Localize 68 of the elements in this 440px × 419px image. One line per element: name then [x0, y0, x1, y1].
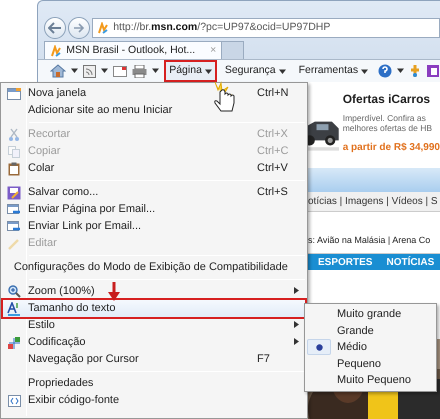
- submenu-item[interactable]: Pequeno: [307, 356, 434, 372]
- menu-item[interactable]: Nova janela Ctrl+N: [3, 85, 305, 102]
- send-page-icon: [7, 204, 21, 216]
- submenu-item[interactable]: Muito grande: [307, 306, 434, 322]
- shortcut-text: Ctrl+S: [257, 186, 288, 198]
- menu-item[interactable]: Enviar Link por Email...: [3, 218, 305, 235]
- menu-item[interactable]: Salvar como... Ctrl+S: [3, 184, 305, 201]
- toolbar-menu-button[interactable]: Ferramentas: [294, 60, 373, 82]
- address-field[interactable]: http://br.msn.com/?pc=UP97&ocid=UP97DHP: [92, 18, 440, 38]
- dropdown-caret-icon: [361, 68, 368, 75]
- forward-button[interactable]: [68, 16, 90, 39]
- print-icon[interactable]: [132, 64, 148, 78]
- dropdown-caret-icon: [204, 68, 212, 75]
- shortcut-text: Ctrl+V: [257, 162, 288, 174]
- dropdown-caret-icon[interactable]: [71, 66, 78, 74]
- clipboard-icon: [8, 162, 20, 176]
- section-link[interactable]: NOTÍCIAS: [386, 254, 434, 270]
- scissors-icon: [9, 128, 19, 142]
- send-link-icon: [7, 220, 21, 232]
- down-arrow-icon: [108, 282, 120, 301]
- browser-tab[interactable]: MSN Brasil - Outlook, Hot... ×: [44, 40, 222, 60]
- back-arrow-icon: [48, 22, 62, 34]
- url-text: http://br.msn.com/?pc=UP97&ocid=UP97DHP: [113, 20, 330, 36]
- menu-item[interactable]: Adicionar site ao menu Iniciar: [3, 102, 305, 119]
- dropdown-caret-icon[interactable]: [101, 66, 108, 74]
- menu-item[interactable]: Propriedades: [3, 375, 305, 392]
- dropdown-caret-icon[interactable]: [152, 66, 160, 74]
- shortcut-text: Ctrl+C: [257, 145, 288, 158]
- ad-title[interactable]: Ofertas iCarros: [342, 90, 440, 108]
- menu-item[interactable]: Zoom (100%): [3, 283, 305, 300]
- source-icon: [8, 394, 20, 406]
- tab-title: MSN Brasil - Outlook, Hot...: [66, 42, 196, 58]
- back-button[interactable]: [44, 16, 66, 39]
- menu-item[interactable]: Exibir código-fonte: [3, 392, 305, 409]
- shortcut-text: F7: [257, 353, 270, 366]
- submenu-item[interactable]: Grande: [307, 322, 434, 339]
- mail-icon[interactable]: [113, 66, 128, 77]
- ad-text: Imperdível. Confira as: [342, 114, 427, 124]
- submenu-item[interactable]: Médio: [307, 339, 434, 356]
- menu-item[interactable]: Tamanho do texto: [3, 300, 305, 317]
- home-icon[interactable]: [50, 64, 66, 78]
- shortcut-text: Ctrl+X: [257, 128, 288, 140]
- trending-links[interactable]: s: Avião na Malásia | Arena Co: [308, 234, 430, 247]
- dropdown-caret-icon[interactable]: [397, 66, 404, 74]
- section-link[interactable]: ESPORTES: [318, 254, 372, 270]
- dropdown-caret-icon: [278, 68, 286, 75]
- save-icon: [7, 186, 21, 200]
- help-icon[interactable]: [378, 64, 392, 78]
- menu-item[interactable]: Enviar Página por Email...: [3, 201, 305, 218]
- shortcut-text: Ctrl+N: [257, 87, 288, 100]
- copy-icon: [8, 146, 20, 158]
- menu-item[interactable]: Configurações do Modo de Exibição de Compatibilidade: [3, 259, 305, 276]
- toolbar-menu-button[interactable]: Segurança: [220, 60, 291, 82]
- window-icon: [7, 88, 21, 100]
- ad-text: melhores ofertas de HB: [342, 124, 434, 134]
- submenu-item[interactable]: Muito Pequeno: [307, 372, 434, 388]
- menu-item[interactable]: Colar Ctrl+V: [3, 160, 305, 177]
- pencil-icon: [8, 238, 20, 250]
- encoding-icon: [7, 336, 21, 350]
- text-size-icon: [7, 302, 21, 316]
- site-icon: [50, 44, 62, 57]
- toolbar-menu-button[interactable]: Página: [164, 60, 217, 82]
- feed-icon[interactable]: [83, 64, 96, 78]
- site-icon: [97, 22, 110, 34]
- menu-item[interactable]: Navegação por Cursor F7: [3, 351, 305, 368]
- menu-item[interactable]: Codificação: [3, 334, 305, 351]
- forward-arrow-icon: [73, 22, 86, 33]
- menu-item[interactable]: Estilo: [3, 317, 305, 334]
